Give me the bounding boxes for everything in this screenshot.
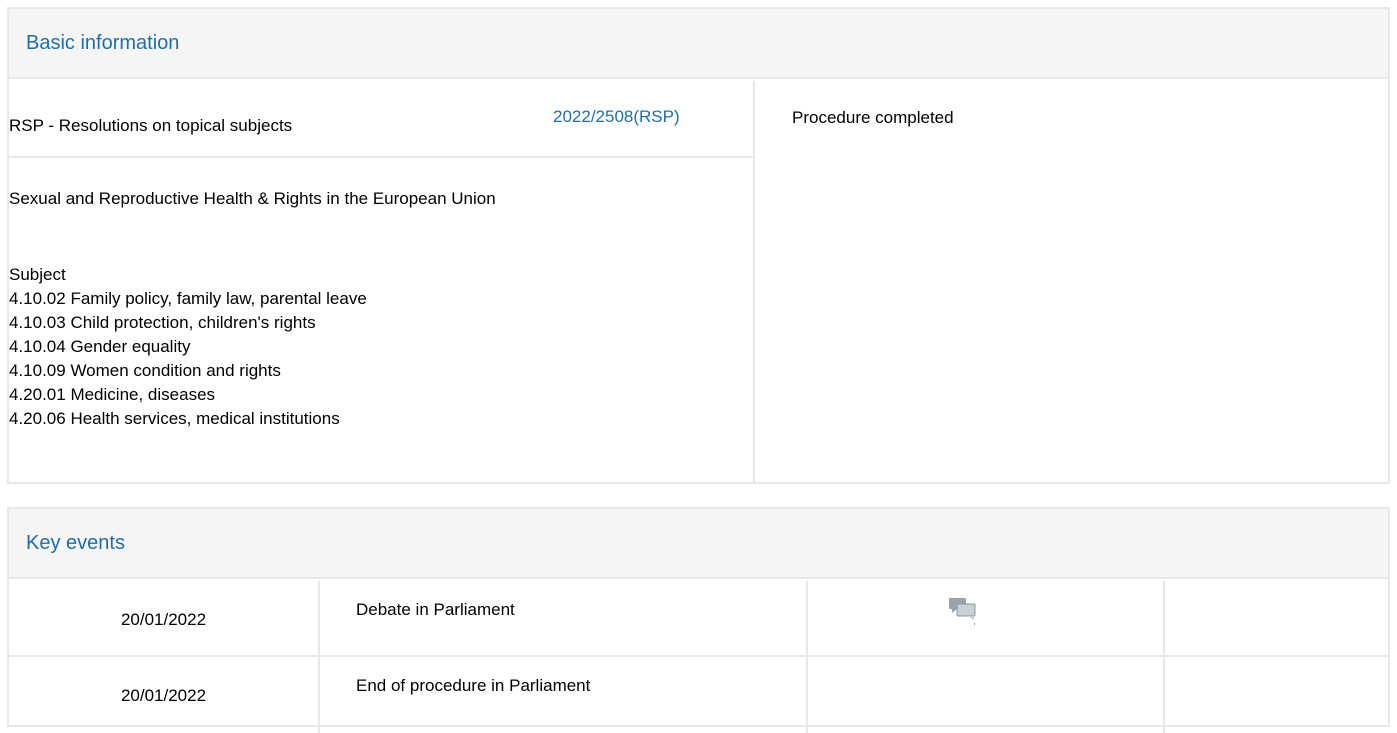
procedure-reference-link[interactable]: 2022/2508(RSP) <box>553 107 680 127</box>
event-debate-cell <box>808 657 1165 733</box>
event-name: End of procedure in Parliament <box>356 676 591 695</box>
subject-item: 4.20.06 Health services, medical institu… <box>9 409 340 428</box>
event-name: Debate in Parliament <box>356 600 515 619</box>
procedure-details-column: RSP - Resolutions on topical subjects 20… <box>9 81 755 482</box>
key-events-panel: Key events 20/01/2022 Debate in Parliame… <box>7 507 1390 733</box>
basic-information-body: RSP - Resolutions on topical subjects 20… <box>9 81 1388 482</box>
event-document-cell <box>1165 657 1388 733</box>
key-events-heading: Key events <box>9 509 1388 579</box>
event-date-cell: 20/01/2022 <box>9 657 320 733</box>
basic-information-panel: Basic information RSP - Resolutions on t… <box>7 7 1390 484</box>
subject-list: 4.10.02 Family policy, family law, paren… <box>9 287 367 431</box>
table-row: 20/01/2022 End of procedure in Parliamen… <box>9 657 1388 733</box>
subject-heading: Subject <box>9 265 66 284</box>
procedure-type: RSP - Resolutions on topical subjects <box>9 116 293 135</box>
debate-speech-bubbles-icon[interactable] <box>948 597 978 625</box>
basic-information-heading: Basic information <box>9 9 1388 79</box>
subject-item: 4.10.02 Family policy, family law, paren… <box>9 289 367 308</box>
event-date: 20/01/2022 <box>120 610 207 629</box>
event-date: 20/01/2022 <box>120 686 207 705</box>
event-debate-cell <box>808 581 1165 655</box>
subject-block: Subject 4.10.02 Family policy, family la… <box>9 263 367 431</box>
table-row: 20/01/2022 Debate in Parliament <box>9 581 1388 657</box>
event-document-cell <box>1165 581 1388 655</box>
procedure-row: RSP - Resolutions on topical subjects 20… <box>9 81 755 158</box>
subject-item: 4.10.09 Women condition and rights <box>9 361 281 380</box>
subject-item: 4.20.01 Medicine, diseases <box>9 385 216 404</box>
procedure-status: Procedure completed <box>792 108 954 127</box>
subject-item: 4.10.03 Child protection, children's rig… <box>9 313 316 332</box>
procedure-title: Sexual and Reproductive Health & Rights … <box>9 189 496 208</box>
subject-item: 4.10.04 Gender equality <box>9 337 191 356</box>
status-column: Procedure completed <box>757 81 1388 482</box>
event-date-cell: 20/01/2022 <box>9 581 320 655</box>
event-name-cell: Debate in Parliament <box>320 581 808 655</box>
key-events-table: 20/01/2022 Debate in Parliament 20/01/20… <box>9 581 1388 733</box>
event-name-cell: End of procedure in Parliament <box>320 657 808 733</box>
